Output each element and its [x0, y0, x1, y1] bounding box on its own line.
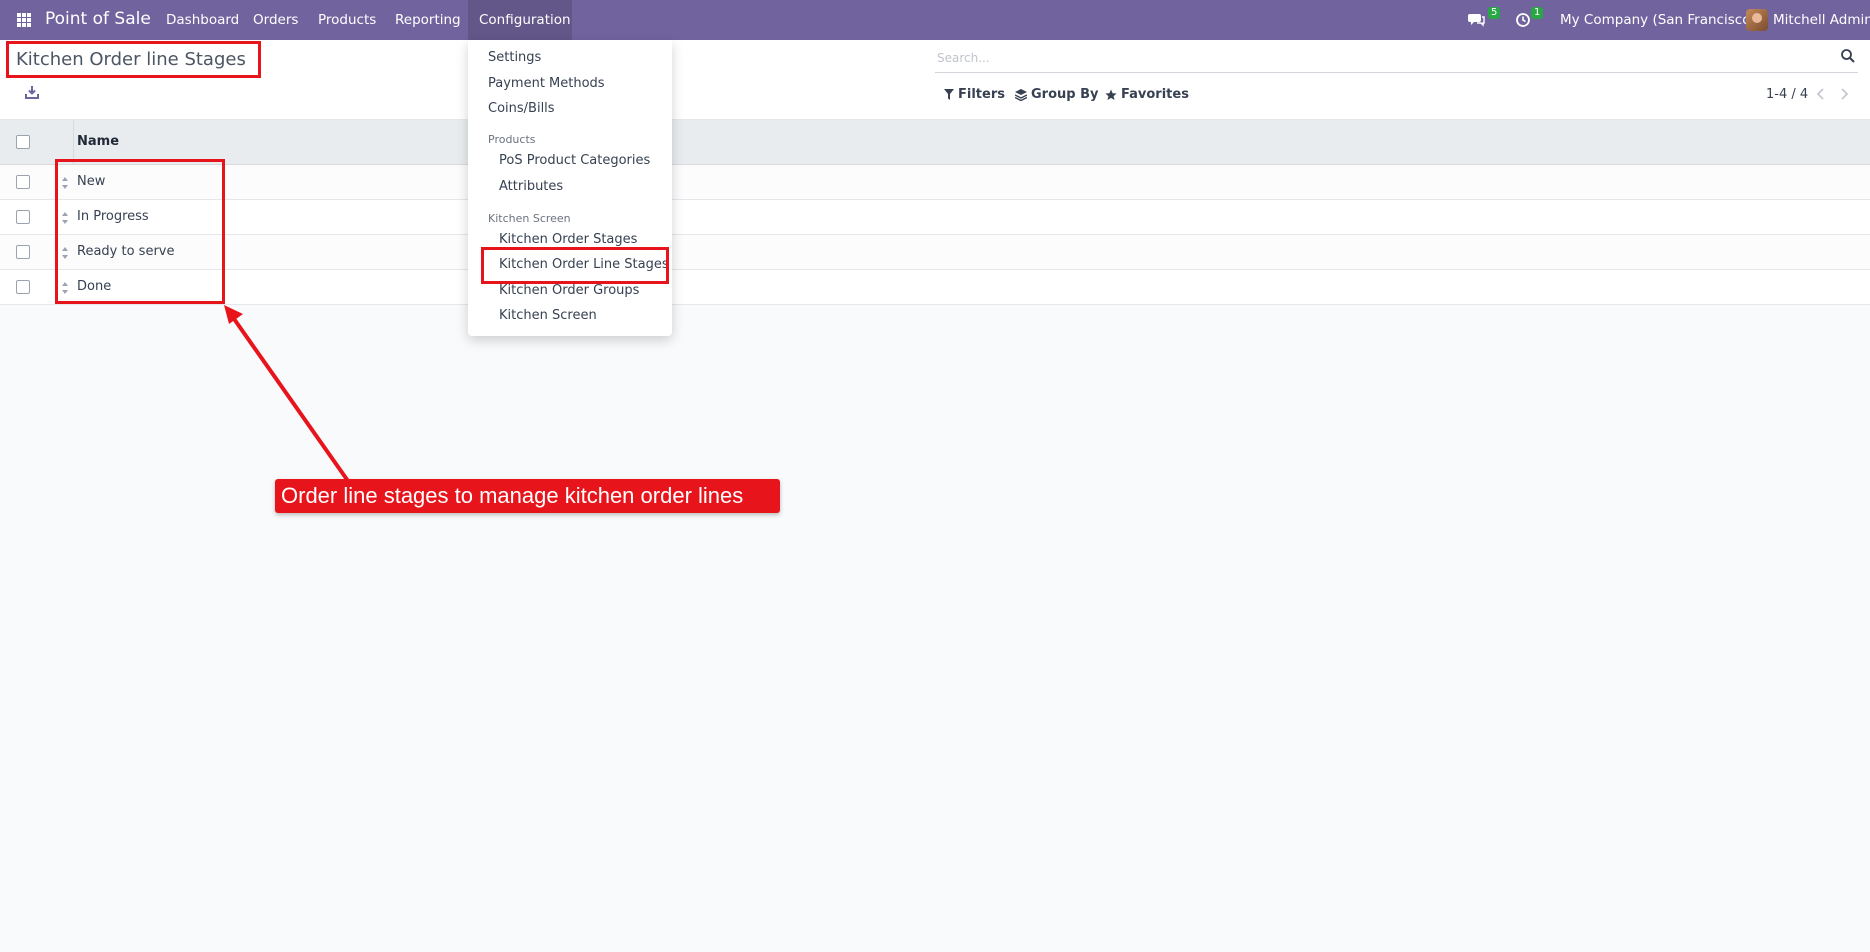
search-bar: [935, 44, 1858, 73]
chevron-right-icon: [1841, 88, 1849, 100]
download-icon: [25, 86, 39, 99]
list-header: Name: [0, 120, 1870, 165]
row-checkbox[interactable]: [16, 245, 30, 259]
favorites-label: Favorites: [1121, 87, 1189, 102]
apps-grid-icon[interactable]: [14, 10, 34, 30]
activities-badge: 1: [1531, 7, 1544, 19]
clock-icon: [1516, 13, 1530, 27]
row-checkbox[interactable]: [16, 280, 30, 294]
header-separator: [73, 120, 74, 164]
table-row[interactable]: Done: [0, 270, 1870, 305]
list-view: Name New In Progress Ready to serve Done: [0, 120, 1870, 305]
highlight-page-title: [6, 41, 261, 78]
star-icon: [1105, 89, 1117, 100]
highlight-menu-item: [481, 247, 669, 284]
table-row[interactable]: Ready to serve: [0, 235, 1870, 270]
column-header-name[interactable]: Name: [77, 134, 119, 149]
select-all-checkbox[interactable]: [16, 135, 30, 149]
table-row[interactable]: In Progress: [0, 200, 1870, 235]
favorites-button[interactable]: Favorites: [1105, 87, 1189, 102]
dropdown-item-kitchen-order-stages[interactable]: Kitchen Order Stages: [499, 232, 637, 247]
nav-configuration[interactable]: Configuration: [479, 12, 571, 28]
group-by-label: Group By: [1031, 87, 1099, 102]
chevron-left-icon: [1816, 88, 1824, 100]
dropdown-item-kitchen-order-groups[interactable]: Kitchen Order Groups: [499, 283, 639, 298]
chat-icon: [1468, 14, 1485, 27]
company-switcher[interactable]: My Company (San Francisco): [1560, 12, 1756, 28]
top-navbar: Point of Sale Dashboard Orders Products …: [0, 0, 1870, 40]
pager-next-button[interactable]: [1838, 86, 1852, 102]
list-body: New In Progress Ready to serve Done: [0, 165, 1870, 305]
dropdown-header-products: Products: [488, 133, 536, 146]
dropdown-header-kitchen-screen: Kitchen Screen: [488, 212, 571, 225]
search-icon[interactable]: [1840, 48, 1858, 66]
export-button[interactable]: [24, 84, 42, 102]
table-row[interactable]: New: [0, 165, 1870, 200]
search-input[interactable]: [935, 46, 1819, 70]
messages-badge: 5: [1488, 7, 1501, 19]
row-checkbox[interactable]: [16, 175, 30, 189]
configuration-dropdown: Settings Payment Methods Coins/Bills Pro…: [468, 40, 672, 336]
dropdown-item-coins-bills[interactable]: Coins/Bills: [488, 101, 555, 116]
row-checkbox[interactable]: [16, 210, 30, 224]
dropdown-item-kitchen-screen[interactable]: Kitchen Screen: [499, 308, 597, 323]
nav-dashboard[interactable]: Dashboard: [166, 12, 239, 28]
app-brand[interactable]: Point of Sale: [45, 9, 151, 29]
pager-value[interactable]: 1-4 / 4: [1766, 87, 1808, 102]
user-avatar[interactable]: [1746, 9, 1768, 31]
dropdown-item-settings[interactable]: Settings: [488, 50, 541, 65]
filters-label: Filters: [958, 87, 1005, 102]
layers-icon: [1015, 88, 1027, 101]
annotation-callout: Order line stages to manage kitchen orde…: [275, 479, 780, 513]
dropdown-item-payment-methods[interactable]: Payment Methods: [488, 76, 605, 91]
user-menu[interactable]: Mitchell Admin: [1773, 12, 1870, 28]
messages-systray[interactable]: 5: [1468, 7, 1501, 30]
nav-orders[interactable]: Orders: [253, 12, 298, 28]
highlight-stage-rows: [55, 159, 225, 304]
dropdown-item-attributes[interactable]: Attributes: [499, 179, 563, 194]
filter-icon: [944, 89, 954, 100]
filters-button[interactable]: Filters: [944, 87, 1005, 102]
pager-previous-button[interactable]: [1815, 86, 1829, 102]
nav-reporting[interactable]: Reporting: [395, 12, 461, 28]
activities-systray[interactable]: 1: [1514, 7, 1544, 30]
nav-products[interactable]: Products: [318, 12, 376, 28]
dropdown-item-pos-product-categories[interactable]: PoS Product Categories: [499, 153, 650, 168]
group-by-button[interactable]: Group By: [1015, 87, 1098, 102]
